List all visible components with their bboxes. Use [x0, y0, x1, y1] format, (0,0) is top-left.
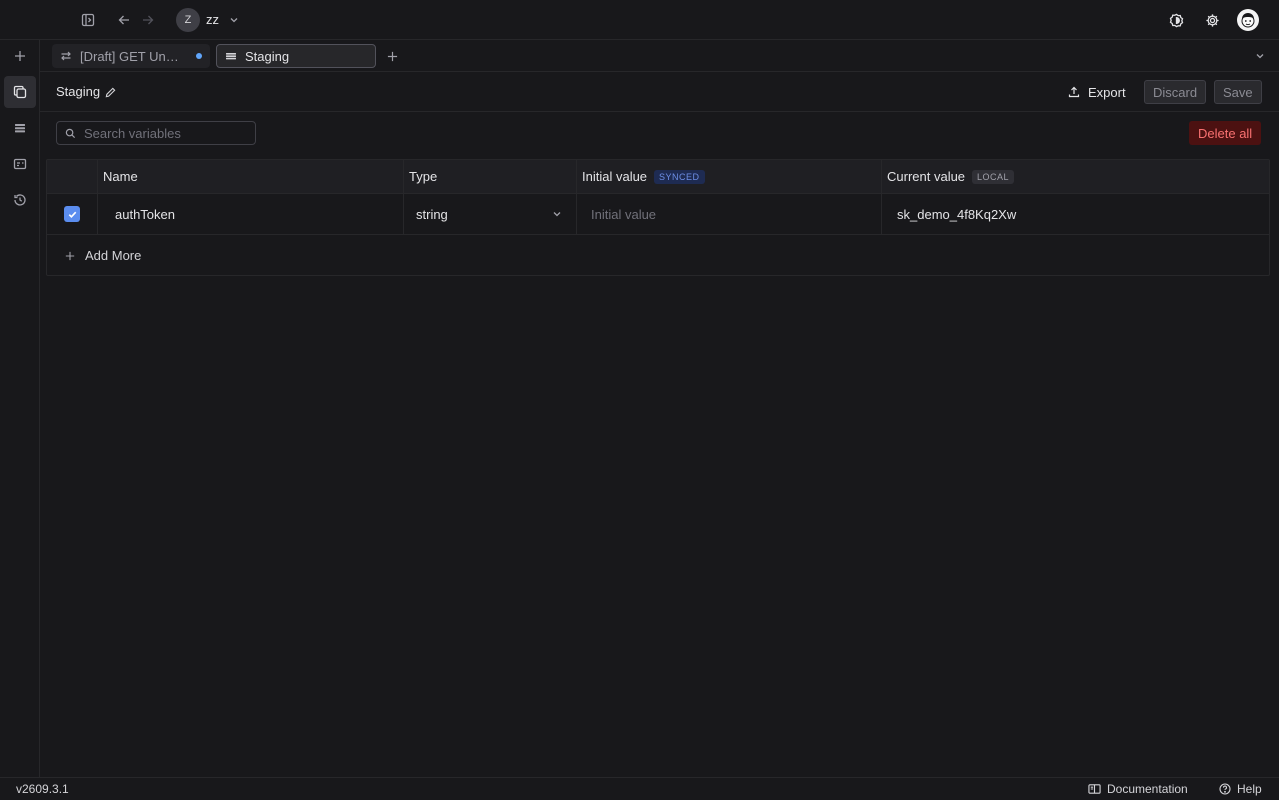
tab-label: [Draft] GET Unt...	[80, 48, 180, 64]
toggle-sidebar-icon[interactable]	[78, 10, 98, 30]
unsaved-dot-icon	[196, 53, 202, 59]
apis-icon[interactable]	[4, 148, 36, 180]
search-variables-box	[56, 121, 256, 145]
discard-button[interactable]: Discard	[1144, 80, 1207, 104]
user-avatar[interactable]	[1237, 9, 1259, 31]
add-more-button[interactable]: Add More	[65, 248, 141, 263]
book-icon	[1088, 783, 1101, 795]
type-select-value: string	[416, 206, 448, 222]
left-rail	[0, 40, 40, 777]
export-label: Export	[1088, 84, 1126, 100]
workspace-name[interactable]: zz	[206, 12, 219, 27]
upload-icon	[1068, 86, 1080, 98]
column-current-label: Current value	[887, 169, 966, 184]
initial-value-field[interactable]: Initial value	[576, 194, 881, 234]
environment-tab-icon	[225, 50, 237, 62]
environments-icon[interactable]	[4, 112, 36, 144]
column-name-label: Name	[103, 169, 138, 184]
back-arrow-icon[interactable]	[114, 10, 134, 30]
table-row: authToken string Initial value sk_demo_4…	[47, 194, 1269, 235]
variables-table: Name Type Initial value SYNCED Current v…	[46, 159, 1270, 276]
workspace-chevron-down-icon[interactable]	[224, 10, 244, 30]
edit-pencil-icon[interactable]	[103, 85, 117, 99]
new-tab-plus-icon[interactable]	[384, 48, 400, 64]
delete-all-button[interactable]: Delete all	[1189, 121, 1262, 145]
help-circle-icon	[1219, 783, 1231, 795]
variable-name-field[interactable]: authToken	[97, 194, 403, 234]
column-header-type: Type	[403, 160, 576, 193]
current-value-field[interactable]: sk_demo_4f8Kq2Xw	[881, 194, 1269, 234]
initial-value-placeholder: Initial value	[591, 206, 657, 222]
theme-toggle-icon[interactable]	[1166, 10, 1186, 30]
tab-bar: [Draft] GET Unt... Staging	[40, 40, 1279, 72]
tab-draft-request[interactable]: [Draft] GET Unt...	[52, 44, 210, 68]
synced-badge: SYNCED	[654, 169, 705, 184]
local-badge: LOCAL	[972, 169, 1015, 184]
column-header-name: Name	[97, 160, 403, 193]
type-select[interactable]: string	[403, 194, 576, 234]
tabs-chevron-down-icon[interactable]	[1252, 48, 1268, 64]
status-footer: v2609.3.1 Documentation Help	[0, 777, 1279, 800]
column-initial-label: Initial value	[582, 169, 648, 184]
save-button[interactable]: Save	[1214, 80, 1262, 104]
environment-title: Staging	[56, 84, 101, 99]
row-enabled-checkbox[interactable]	[64, 206, 80, 222]
tab-staging[interactable]: Staging	[216, 44, 376, 68]
new-plus-icon[interactable]	[4, 40, 36, 72]
search-input[interactable]	[84, 125, 244, 141]
table-header: Name Type Initial value SYNCED Current v…	[47, 160, 1269, 194]
column-header-current-value: Current value LOCAL	[881, 160, 1269, 193]
request-swap-icon	[60, 50, 72, 62]
settings-gear-icon[interactable]	[1202, 10, 1222, 30]
column-header-initial-value: Initial value SYNCED	[576, 160, 881, 193]
forward-arrow-icon[interactable]	[138, 10, 158, 30]
row-checkbox-cell	[47, 194, 97, 234]
search-icon	[65, 128, 76, 139]
version-label: v2609.3.1	[16, 782, 69, 796]
add-plus-icon	[65, 251, 75, 261]
history-icon[interactable]	[4, 184, 36, 216]
add-more-label: Add More	[85, 248, 142, 263]
environment-header: Staging Export Discard Save	[40, 72, 1279, 112]
workspace-avatar[interactable]: Z	[176, 8, 200, 32]
top-bar: Z zz	[0, 0, 1279, 40]
type-chevron-down-icon	[552, 209, 562, 219]
collections-icon[interactable]	[4, 76, 36, 108]
column-type-label: Type	[409, 169, 438, 184]
help-label: Help	[1237, 782, 1262, 796]
documentation-label: Documentation	[1107, 782, 1188, 796]
export-button[interactable]: Export	[1068, 80, 1126, 104]
help-link[interactable]: Help	[1219, 782, 1262, 796]
tab-label: Staging	[245, 48, 290, 64]
documentation-link[interactable]: Documentation	[1088, 782, 1188, 796]
